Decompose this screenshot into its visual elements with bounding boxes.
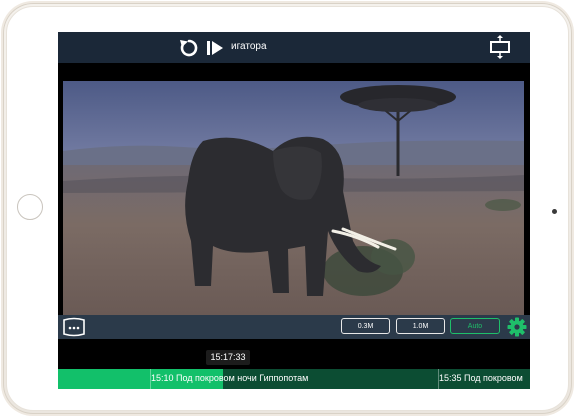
timeline-track[interactable]: 15:10 Под покровом ночи Гиппопотам 15:35… xyxy=(58,369,530,389)
play-icon[interactable] xyxy=(206,39,224,57)
player-control-bar: 0.3M 1.0M Auto xyxy=(58,315,530,339)
expand-vertical-icon[interactable] xyxy=(488,35,512,59)
home-button[interactable] xyxy=(17,194,43,220)
gear-icon[interactable] xyxy=(507,317,527,337)
quality-auto-button[interactable]: Auto xyxy=(450,318,500,334)
quality-1-0m-button[interactable]: 1.0M xyxy=(396,318,445,334)
player-top-bar: игатора xyxy=(58,32,530,63)
camera-dot xyxy=(552,209,557,214)
quality-0-3m-button[interactable]: 0.3M xyxy=(341,318,390,334)
program-timeline: 15:17:33 15:10 Под покровом ночи Гиппопо… xyxy=(58,339,530,389)
program-item[interactable]: 15:35 Под покровом xyxy=(439,373,523,383)
video-frame[interactable] xyxy=(63,81,524,315)
channel-title: игатора xyxy=(231,41,267,52)
video-player: игатора 0.3M 1.0M Auto 15:17:33 15:10 По… xyxy=(58,32,530,389)
tv-guide-icon[interactable] xyxy=(62,317,86,337)
program-item[interactable]: 15:10 Под покровом ночи Гиппопотам xyxy=(151,373,308,383)
replay-icon[interactable] xyxy=(178,37,200,59)
current-time-label: 15:17:33 xyxy=(206,350,250,365)
